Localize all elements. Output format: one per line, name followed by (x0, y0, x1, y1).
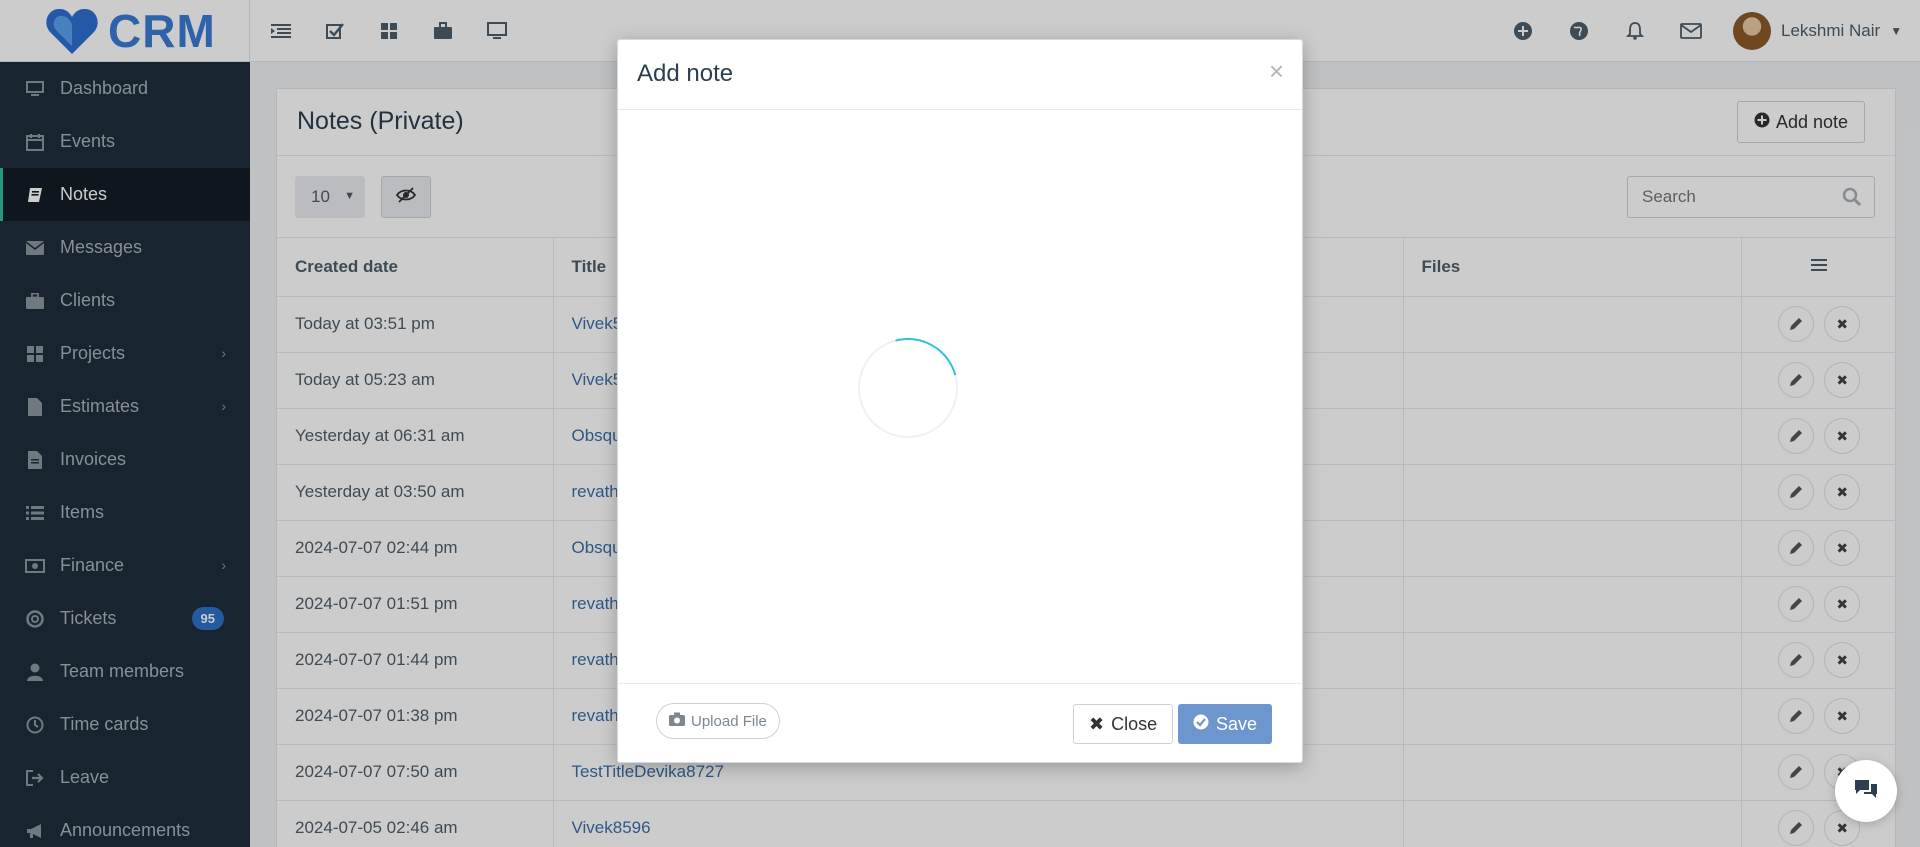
chat-button[interactable] (1835, 760, 1897, 822)
close-button[interactable]: ✖ Close (1073, 704, 1174, 744)
close-label: Close (1111, 713, 1158, 734)
comments-icon (1853, 778, 1879, 805)
times-icon: ✖ (1089, 713, 1105, 734)
loading-spinner (839, 319, 977, 457)
modal-header: Add note × (618, 40, 1302, 110)
save-button[interactable]: Save (1178, 704, 1273, 744)
upload-file-button[interactable]: Upload File (656, 703, 780, 739)
save-label: Save (1216, 713, 1258, 734)
close-icon[interactable]: × (1269, 58, 1284, 84)
camera-icon (669, 712, 685, 730)
modal-footer: Upload File ✖ Close Save (618, 683, 1302, 763)
upload-file-label: Upload File (691, 712, 767, 730)
modal-title: Add note (637, 60, 734, 87)
add-note-modal: Add note × Upload File ✖ Close Save (617, 39, 1303, 763)
check-circle-icon (1193, 714, 1209, 735)
